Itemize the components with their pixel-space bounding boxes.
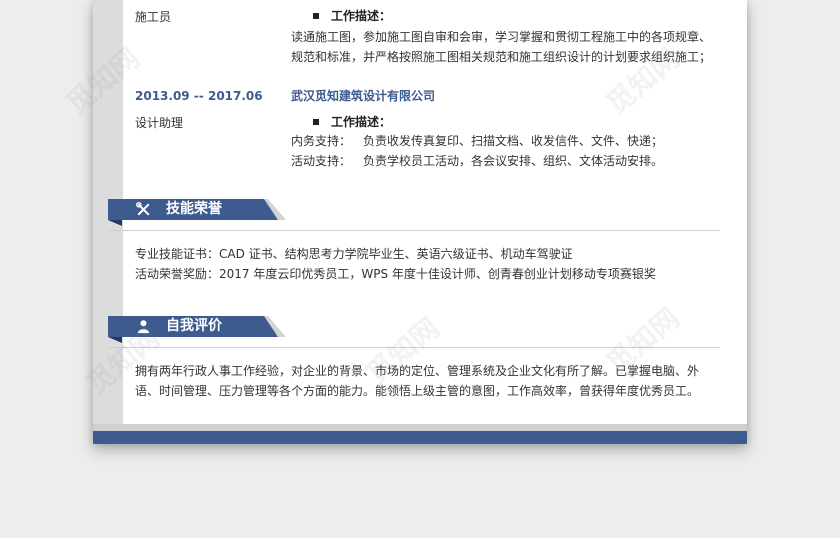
company-name: 武汉觅知建筑设计有限公司 [291, 89, 436, 103]
bottom-accent-bar [93, 431, 747, 444]
section-divider [108, 347, 720, 348]
resume-page: 施工员 工作描述： 读通施工图，参加施工图自审和会审，学习掌握和贯彻工程施工中的… [93, 0, 747, 444]
skills-line: 活动荣誉奖励：2017 年度云印优秀员工，WPS 年度十佳设计师、创青春创业计划… [135, 267, 656, 281]
job-role: 设计助理 [135, 116, 184, 130]
job-desc-title: 工作描述： [331, 115, 392, 129]
job-desc-line: 规范和标准，并严格按照施工图相关规范和施工组织设计的计划要求组织施工； [291, 50, 712, 64]
bullet-icon [313, 13, 319, 19]
self-eval-line: 语、时间管理、压力管理等各个方面的能力。能领悟上级主管的意图，工作高效率，曾获得… [135, 384, 700, 398]
bottom-grey-band [93, 424, 747, 431]
section-divider [108, 230, 720, 231]
job-role: 施工员 [135, 10, 172, 24]
duty-text: 负责学校员工活动，各会议安排、组织、文体活动安排。 [363, 154, 664, 168]
skills-line: 专业技能证书：CAD 证书、结构思考力学院毕业生、英语六级证书、机动车驾驶证 [135, 247, 573, 261]
job-period: 2013.09 -- 2017.06 [135, 89, 263, 103]
section-title: 技能荣誉 [166, 201, 222, 217]
tools-icon [136, 202, 150, 216]
person-icon [137, 320, 150, 334]
duty-text: 负责收发传真复印、扫描文档、收发信件、文件、快递； [363, 134, 664, 148]
duty-label: 活动支持： [291, 154, 352, 168]
job-desc-title: 工作描述： [331, 9, 392, 23]
section-title: 自我评价 [166, 318, 222, 334]
bullet-icon [313, 119, 319, 125]
job-desc-line: 读通施工图，参加施工图自审和会审，学习掌握和贯彻工程施工中的各项规章、 [291, 30, 712, 44]
self-eval-line: 拥有两年行政人事工作经验，对企业的背景、市场的定位、管理系统及企业文化有所了解。… [135, 364, 700, 378]
duty-label: 内务支持： [291, 134, 352, 148]
